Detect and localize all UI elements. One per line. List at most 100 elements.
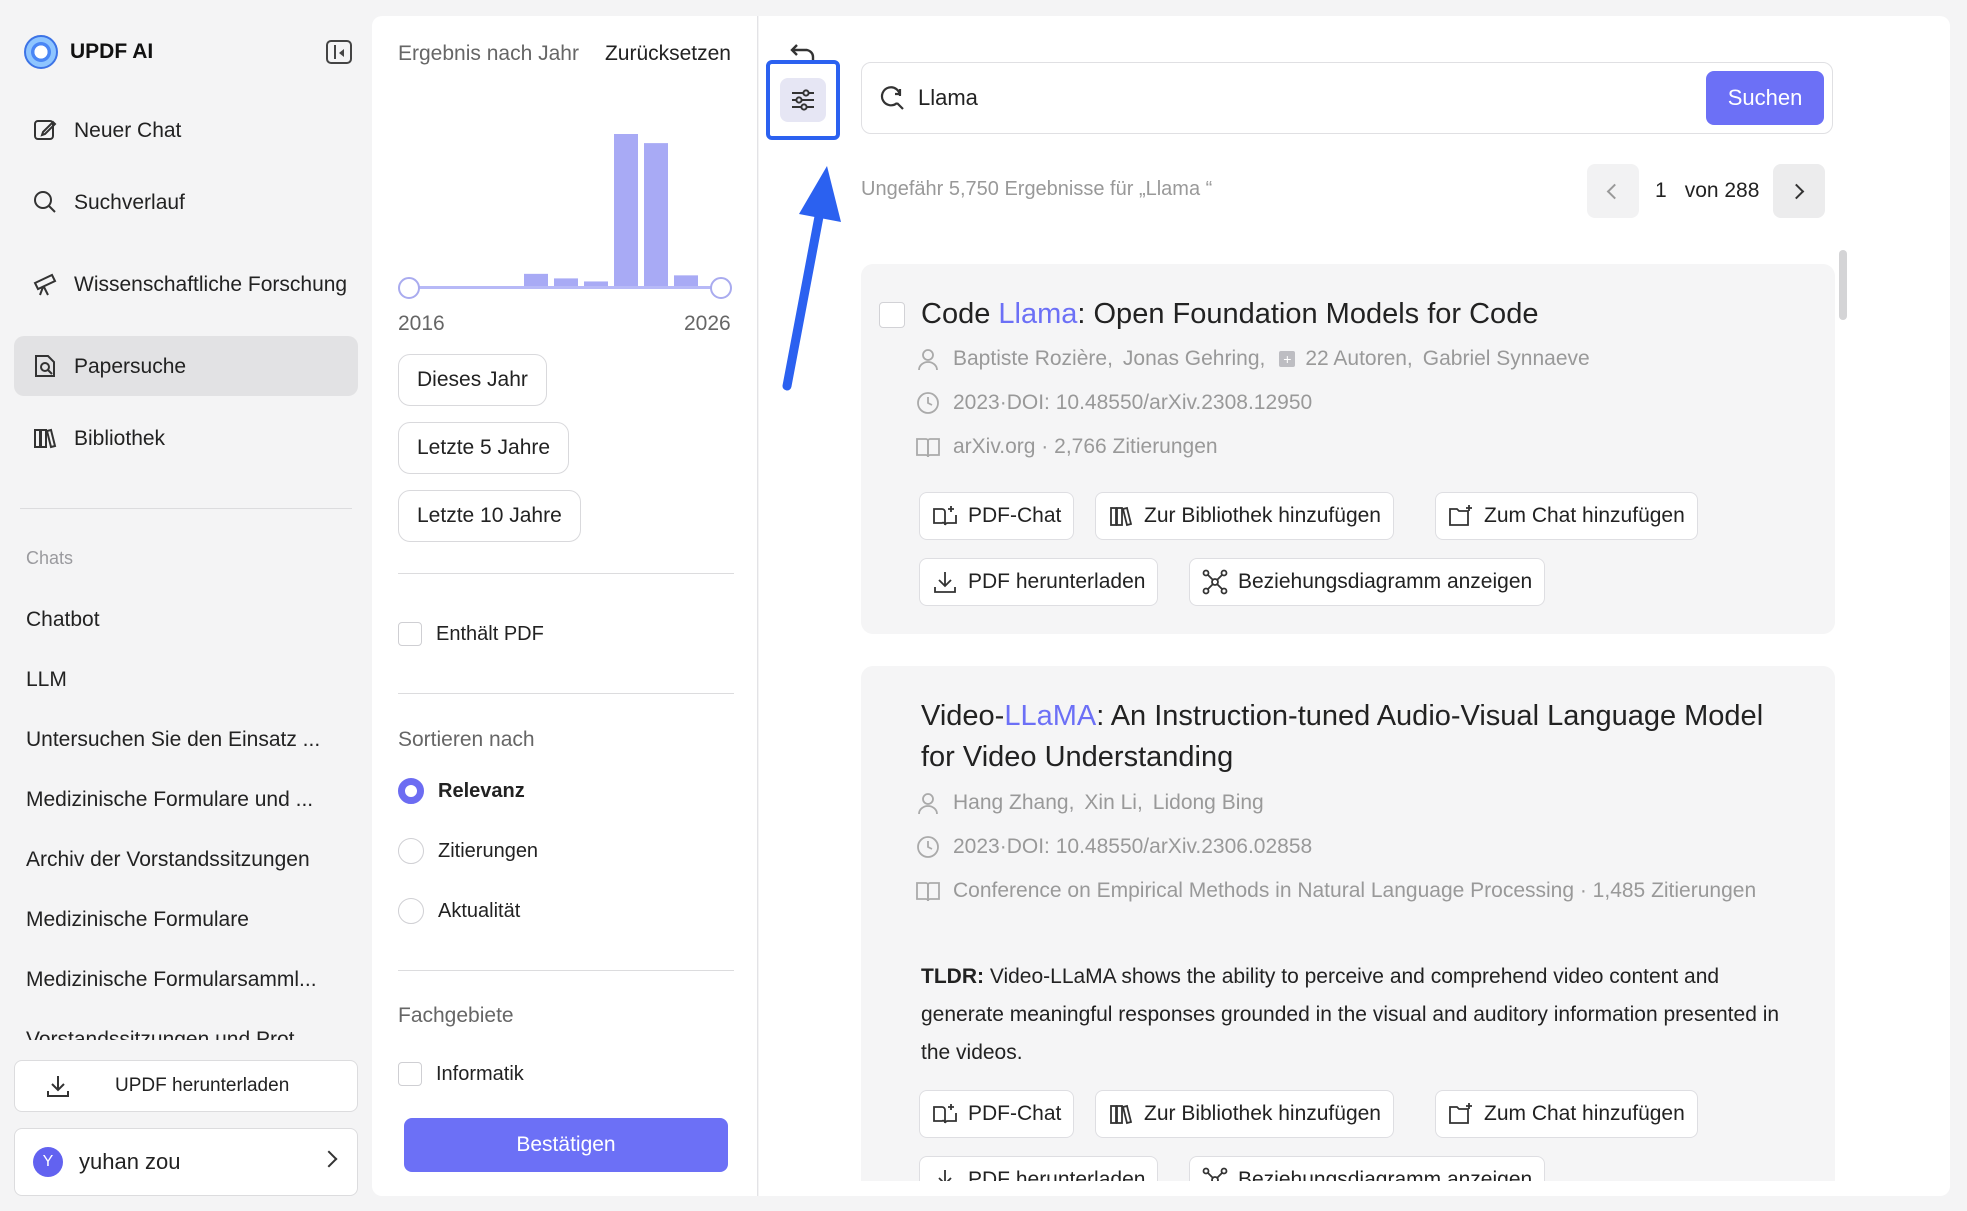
next-page-button[interactable] [1773, 164, 1826, 218]
year-histogram [524, 134, 698, 286]
sort-label: Zitierungen [438, 839, 539, 862]
user-name: yuhan zou [79, 1149, 181, 1174]
radio[interactable] [398, 838, 424, 864]
histogram-bar [644, 143, 668, 286]
library-icon [1110, 1104, 1133, 1125]
chat-item[interactable]: Medizinische Formulare und ... [26, 780, 346, 840]
sort-option-recency[interactable]: Aktualität [398, 898, 520, 924]
relationship-diagram-button[interactable]: Beziehungsdiagramm anzeigen [1189, 1156, 1546, 1181]
confirm-button[interactable]: Bestätigen [404, 1118, 728, 1172]
search-input[interactable] [918, 81, 1618, 115]
avatar: Y [33, 1147, 63, 1177]
chat-item[interactable]: LLM [26, 660, 346, 720]
radio-selected[interactable] [398, 778, 424, 804]
sort-option-citations[interactable]: Zitierungen [398, 838, 538, 864]
sidebar: UPDF AI Neuer Chat Suchverlauf Wissensch… [0, 0, 372, 1211]
contains-pdf-checkbox[interactable] [398, 622, 422, 646]
pdf-chat-button[interactable]: PDF-Chat [919, 492, 1075, 540]
filter-divider [398, 693, 734, 694]
user-menu[interactable]: Y yuhan zou [14, 1128, 358, 1196]
chat-item[interactable]: Medizinische Formularsamml... [26, 960, 346, 1020]
paper-title[interactable]: Video-LLaMA: An Instruction-tuned Audio-… [921, 696, 1801, 778]
book-icon [916, 438, 940, 458]
nav-label: Suchverlauf [74, 190, 185, 214]
year-slider-track[interactable] [408, 286, 720, 289]
graph-nodes-icon [1202, 569, 1228, 595]
relationship-diagram-button[interactable]: Beziehungsdiagramm anzeigen [1189, 558, 1546, 606]
paper-search-icon [30, 351, 60, 381]
chat-list: Chatbot LLM Untersuchen Sie den Einsatz … [26, 600, 346, 1040]
chat-item[interactable]: Archiv der Vorstandssitzungen [26, 840, 346, 900]
chat-item[interactable]: Untersuchen Sie den Einsatz ... [26, 720, 346, 780]
radio[interactable] [398, 898, 424, 924]
field-checkbox[interactable] [398, 1062, 422, 1086]
total-pages: von 288 [1684, 179, 1760, 202]
search-button[interactable]: Suchen [1706, 71, 1824, 125]
current-page: 1 [1655, 179, 1667, 202]
histogram-bar [524, 273, 548, 286]
sort-label: Relevanz [438, 779, 525, 802]
download-icon [45, 1073, 71, 1099]
sort-heading: Sortieren nach [398, 728, 535, 751]
year-slider-end-handle[interactable] [710, 277, 732, 299]
field-option-informatik[interactable]: Informatik [398, 1062, 524, 1086]
year-slider-start-handle[interactable] [398, 277, 420, 299]
download-updf-button[interactable]: UPDF herunterladen [14, 1060, 358, 1112]
contains-pdf-label: Enthält PDF [436, 622, 544, 645]
filter-divider [398, 970, 734, 971]
add-to-library-button[interactable]: Zur Bibliothek hinzufügen [1095, 1090, 1394, 1138]
select-result-checkbox[interactable] [879, 302, 905, 328]
download-icon [938, 1170, 952, 1181]
results-scrollbar[interactable] [1839, 250, 1847, 320]
search-icon [880, 86, 904, 110]
sort-option-relevance[interactable]: Relevanz [398, 778, 525, 804]
pdf-chat-button[interactable]: PDF-Chat [919, 1090, 1075, 1138]
paper-source: arXiv.org · 2,766 Zitierungen [915, 432, 1795, 462]
reset-button[interactable]: Zurücksetzen [605, 42, 731, 66]
edit-icon [30, 115, 60, 145]
nav-item-library[interactable]: Bibliothek [14, 408, 358, 468]
filter-panel: Ergebnis nach Jahr Zurücksetzen 2016 202… [372, 16, 758, 1196]
histogram-bar [614, 134, 638, 286]
field-label: Informatik [436, 1062, 524, 1085]
annotation-arrow-icon [782, 166, 841, 391]
add-to-chat-button[interactable]: Zum Chat hinzufügen [1435, 492, 1698, 540]
fields-heading: Fachgebiete [398, 1004, 514, 1027]
sliders-icon [780, 78, 826, 122]
histogram-bar [674, 275, 698, 286]
chat-item[interactable]: Chatbot [26, 600, 346, 660]
clock-icon [917, 836, 939, 858]
fields-list: Informatik [372, 1046, 758, 1086]
nav-item-search-history[interactable]: Suchverlauf [14, 172, 358, 232]
updf-logo-icon [24, 35, 58, 69]
year-end-label: 2026 [684, 312, 731, 335]
nav-item-paper-search[interactable]: Papersuche [14, 336, 358, 396]
download-pdf-button[interactable]: PDF herunterladen [919, 558, 1159, 606]
expand-authors-icon[interactable]: + [1279, 351, 1296, 367]
last-5-years-button[interactable]: Letzte 5 Jahre [398, 422, 570, 474]
add-to-chat-button[interactable]: Zum Chat hinzufügen [1435, 1090, 1698, 1138]
brand: UPDF AI [24, 34, 153, 70]
nav-item-research[interactable]: Wissenschaftliche Forschung [14, 244, 358, 324]
paper-title[interactable]: Code Llama: Open Foundation Models for C… [921, 294, 1801, 335]
download-icon [934, 572, 956, 593]
last-10-years-button[interactable]: Letzte 10 Jahre [398, 490, 581, 542]
contains-pdf-option[interactable]: Enthält PDF [398, 622, 544, 646]
filter-toggle-button[interactable] [766, 60, 840, 140]
filter-divider [398, 573, 734, 574]
prev-page-button[interactable] [1587, 164, 1639, 218]
sort-label: Aktualität [438, 899, 521, 922]
collapse-sidebar-icon[interactable] [326, 40, 352, 64]
add-to-library-button[interactable]: Zur Bibliothek hinzufügen [1095, 492, 1394, 540]
nav-item-new-chat[interactable]: Neuer Chat [14, 100, 358, 160]
chat-item[interactable]: Vorstandssitzungen und Prot... [26, 1020, 346, 1040]
app-name: UPDF AI [70, 40, 154, 63]
nav-label: Papersuche [74, 354, 187, 378]
graph-nodes-icon [1202, 1167, 1228, 1181]
download-pdf-button[interactable]: PDF herunterladen [919, 1156, 1159, 1181]
nav-label: Neuer Chat [74, 118, 182, 142]
person-icon [918, 793, 938, 815]
folder-plus-icon [1449, 505, 1472, 526]
this-year-button[interactable]: Dieses Jahr [398, 354, 547, 406]
chat-item[interactable]: Medizinische Formulare [26, 900, 346, 960]
